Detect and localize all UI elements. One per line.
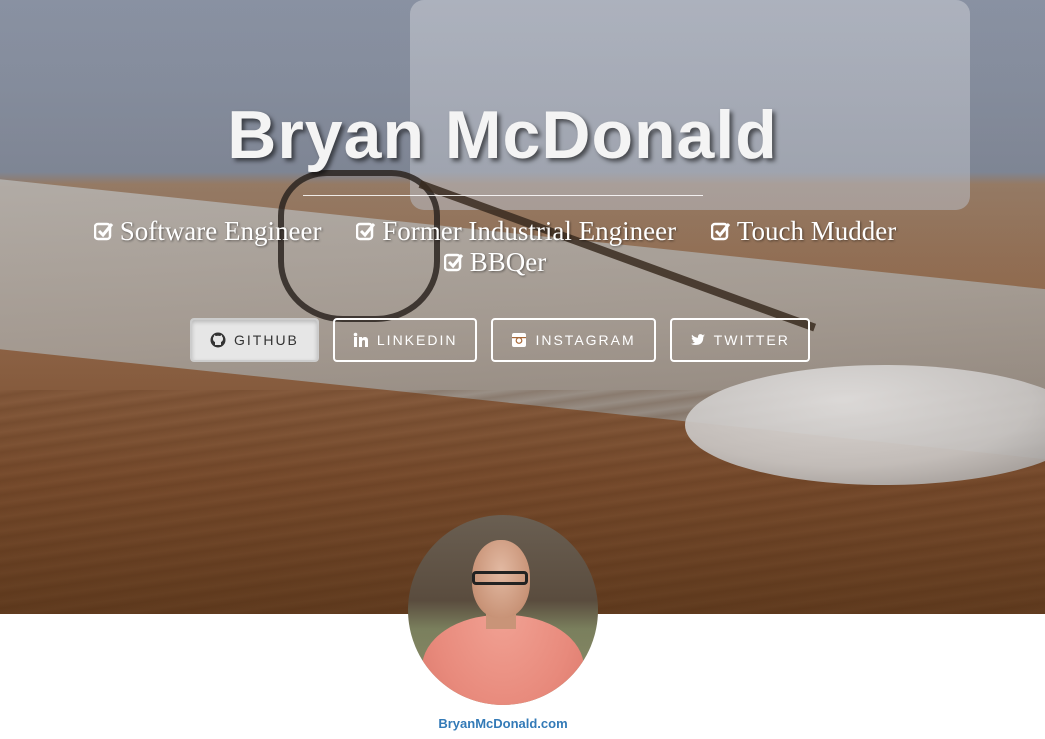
trait-label: Touch Mudder xyxy=(736,216,897,246)
page-title: Bryan McDonald xyxy=(227,97,778,173)
check-square-icon xyxy=(356,222,376,241)
twitter-icon xyxy=(690,334,705,345)
social-buttons: GitHub LinkedIn Instagram Twitter xyxy=(190,318,810,362)
github-label: GitHub xyxy=(234,332,299,348)
trait-label: Former Industrial Engineer xyxy=(382,216,677,246)
check-square-icon xyxy=(710,222,731,241)
twitter-label: Twitter xyxy=(713,332,790,348)
trait-item: Software Engineer xyxy=(93,216,322,247)
linkedin-icon xyxy=(353,332,368,347)
instagram-icon xyxy=(512,333,527,347)
trait-label: Software Engineer xyxy=(119,216,322,246)
github-button[interactable]: GitHub xyxy=(190,318,319,362)
title-divider xyxy=(303,195,703,196)
trait-item: Former Industrial Engineer xyxy=(356,216,676,247)
instagram-button[interactable]: Instagram xyxy=(491,318,656,362)
linkedin-label: LinkedIn xyxy=(376,332,458,348)
trait-label: BBQer xyxy=(469,247,547,277)
avatar-glasses xyxy=(472,571,528,585)
check-square-icon xyxy=(443,253,463,272)
trait-item: Touch Mudder xyxy=(710,216,897,247)
github-icon xyxy=(210,332,226,348)
trait-item: BBQer xyxy=(443,247,547,278)
traits-list: Software Engineer Former Industrial Engi… xyxy=(40,216,950,278)
linkedin-button[interactable]: LinkedIn xyxy=(332,318,478,362)
avatar xyxy=(408,515,598,705)
check-square-icon xyxy=(93,222,113,241)
twitter-button[interactable]: Twitter xyxy=(669,318,810,362)
instagram-label: Instagram xyxy=(535,332,636,348)
site-link[interactable]: BryanMcDonald.com xyxy=(403,716,603,731)
